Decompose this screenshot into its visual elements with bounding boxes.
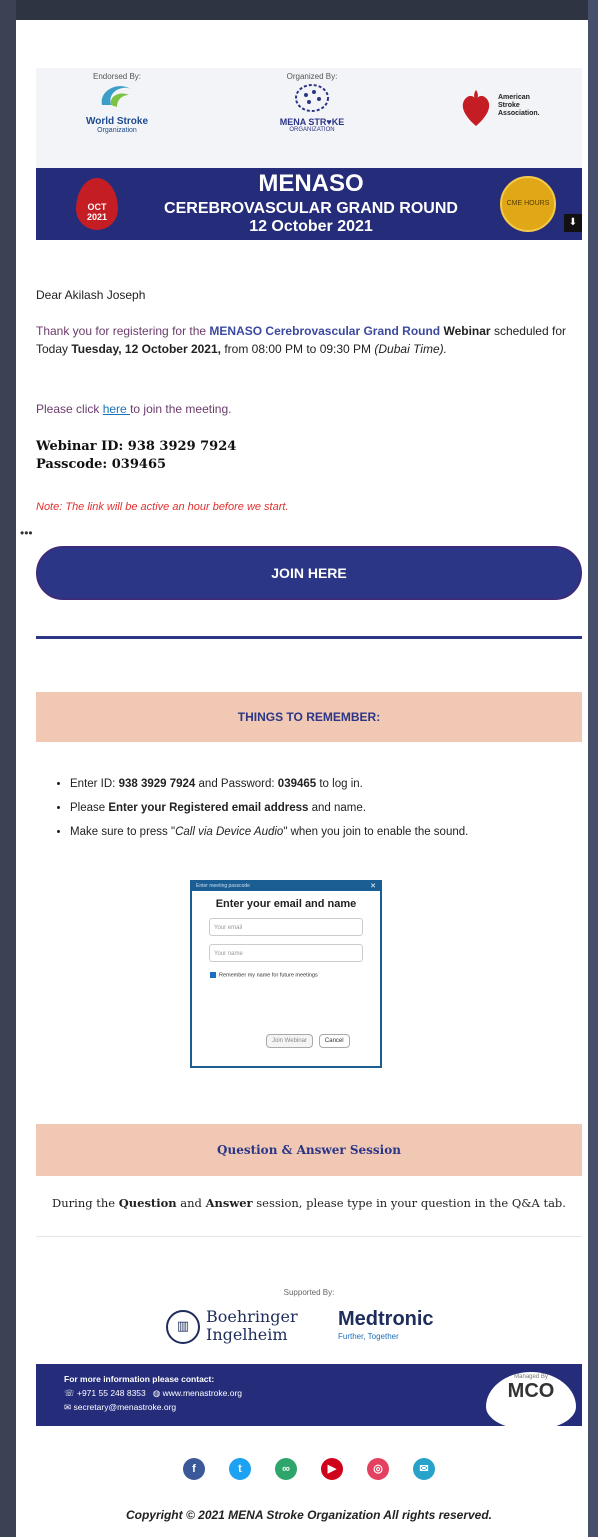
twitter-icon[interactable]: t — [229, 1458, 251, 1480]
banner-date: 12 October 2021 — [249, 218, 373, 235]
reminder-list: Enter ID: 938 3929 7924 and Password: 03… — [52, 772, 598, 844]
social-links: f t ∞ ▶ ◎ ✉ — [36, 1458, 582, 1480]
download-icon[interactable]: ⬇ — [564, 214, 582, 232]
banner-subtitle: CEREBROVASCULAR GRAND ROUND — [164, 200, 458, 217]
qa-heading: Question & Answer Session — [36, 1124, 582, 1176]
bi-line2: Ingelheim — [206, 1325, 288, 1344]
cme-text: CME HOURS — [506, 200, 550, 207]
remember-label: Remember my name for future meetings — [219, 972, 318, 979]
click-line: Please click here to join the meeting. — [36, 400, 586, 418]
checkbox-icon — [210, 972, 216, 978]
click-suffix: to join the meeting. — [130, 402, 232, 416]
things-to-remember-heading: THINGS TO REMEMBER: — [36, 692, 582, 742]
world-stroke-logo: Endorsed By: World Stroke Organization — [72, 68, 162, 134]
webinar-credentials: Webinar ID: 938 3929 7924 Passcode: 0394… — [36, 438, 586, 474]
timezone: (Dubai Time). — [374, 342, 447, 356]
bi-line1: Boehringer — [206, 1307, 298, 1326]
link-icon[interactable]: ∞ — [275, 1458, 297, 1480]
close-icon: ✕ — [370, 883, 376, 890]
header-logos: Endorsed By: World Stroke Organization O… — [36, 68, 582, 168]
contact-footer: For more information please contact: ☏ +… — [36, 1364, 582, 1430]
webinar-word: Webinar — [440, 324, 491, 338]
cme-hours-badge: CME HOURS — [500, 176, 556, 232]
more-ellipsis-icon[interactable]: ••• — [20, 526, 33, 540]
organized-label: Organized By: — [286, 72, 338, 81]
dialog-title-bar: Enter meeting passcode ✕ — [192, 882, 380, 891]
dialog-bar-text: Enter meeting passcode — [196, 883, 250, 889]
copyright: Copyright © 2021 MENA Stroke Organizatio… — [125, 1508, 493, 1522]
youtube-icon[interactable]: ▶ — [321, 1458, 343, 1480]
passcode: Passcode: 039465 — [36, 457, 167, 472]
greeting: Dear Akilash Joseph — [36, 288, 146, 302]
contact-line: ☏ +971 55 248 8353 ◍ www.menastroke.org — [64, 1388, 242, 1399]
asa-text: American Stroke Association. — [498, 94, 540, 117]
here-link[interactable]: here — [103, 402, 130, 416]
email-link[interactable]: ✉ secretary@menastroke.org — [64, 1402, 176, 1413]
remember-checkbox: Remember my name for future meetings — [210, 972, 380, 978]
webinar-id: Webinar ID: 938 3929 7924 — [36, 439, 237, 454]
wso-title: World Stroke — [85, 116, 149, 127]
join-webinar-button: Join Webinar — [266, 1034, 313, 1048]
dialog-buttons: Join Webinar Cancel — [266, 1034, 356, 1048]
background-right — [588, 0, 598, 1537]
reg-prefix: Thank you for registering for the — [36, 324, 210, 338]
heart-torch-icon — [462, 90, 490, 126]
banner-title: MENASO — [258, 170, 364, 197]
boehringer-icon: ▥ — [166, 1310, 200, 1344]
wso-subtitle: Organization — [97, 127, 137, 134]
medtronic-tagline: Further, Together — [338, 1332, 399, 1341]
badge-month: OCT — [87, 202, 107, 212]
link-note: Note: The link will be active an hour be… — [36, 501, 289, 513]
menaso-logo-subtitle: ORGANIZATION — [289, 127, 335, 133]
list-item: Enter ID: 938 3929 7924 and Password: 03… — [70, 772, 598, 796]
registration-text: Thank you for registering for the MENASO… — [36, 322, 586, 358]
badge-year: 2021 — [86, 212, 108, 222]
divider — [36, 1236, 582, 1237]
boehringer-logo: ▥ Boehringer Ingelheim — [166, 1306, 306, 1346]
website-link[interactable]: ◍ www.menastroke.org — [153, 1388, 242, 1398]
window-left-bar — [0, 0, 16, 1537]
boehringer-name: Boehringer Ingelheim — [206, 1308, 298, 1344]
endorsed-label: Endorsed By: — [92, 72, 142, 81]
instagram-icon[interactable]: ◎ — [367, 1458, 389, 1480]
medtronic-logo: Medtronic — [338, 1308, 434, 1330]
cancel-button: Cancel — [318, 1034, 350, 1048]
mco-text: MCO — [507, 1380, 555, 1402]
qa-text: During the Question and Answer session, … — [52, 1196, 566, 1210]
email-body: Endorsed By: World Stroke Organization O… — [16, 20, 588, 1537]
list-item: Please Enter your Registered email addre… — [70, 796, 598, 820]
facebook-icon[interactable]: f — [183, 1458, 205, 1480]
dialog-title: Enter your email and name — [215, 898, 357, 910]
contact-title: For more information please contact: — [64, 1374, 215, 1384]
zoom-dialog-screenshot: Enter meeting passcode ✕ Enter your email… — [190, 880, 382, 1068]
supported-label: Supported By: — [283, 1288, 335, 1297]
phone-number[interactable]: ☏ +971 55 248 8353 — [64, 1388, 146, 1398]
window-top-bar — [0, 0, 598, 20]
list-item: Make sure to press "Call via Device Audi… — [70, 820, 598, 844]
event-name: MENASO Cerebrovascular Grand Round — [209, 324, 441, 338]
date-drop-badge: OCT 2021 — [76, 178, 118, 230]
section-divider — [36, 636, 582, 639]
brain-icon — [295, 84, 329, 112]
menaso-logo-text: MENA STR♥KE — [279, 117, 345, 127]
event-time: from 08:00 PM to 09:30 PM — [220, 342, 375, 356]
event-date: Tuesday, 12 October 2021, — [71, 342, 221, 356]
join-here-button[interactable]: JOIN HERE — [36, 546, 582, 600]
email-icon[interactable]: ✉ — [413, 1458, 435, 1480]
mco-logo: Managed By MCO — [486, 1372, 576, 1430]
menaso-logo: Organized By: MENA STR♥KE ORGANIZATION — [272, 68, 352, 133]
email-field: Your email — [209, 918, 363, 936]
wso-swirl-icon — [101, 86, 131, 107]
name-field: Your name — [209, 944, 363, 962]
event-banner: OCT 2021 MENASO CEREBROVASCULAR GRAND RO… — [36, 168, 582, 240]
click-prefix: Please click — [36, 402, 103, 416]
